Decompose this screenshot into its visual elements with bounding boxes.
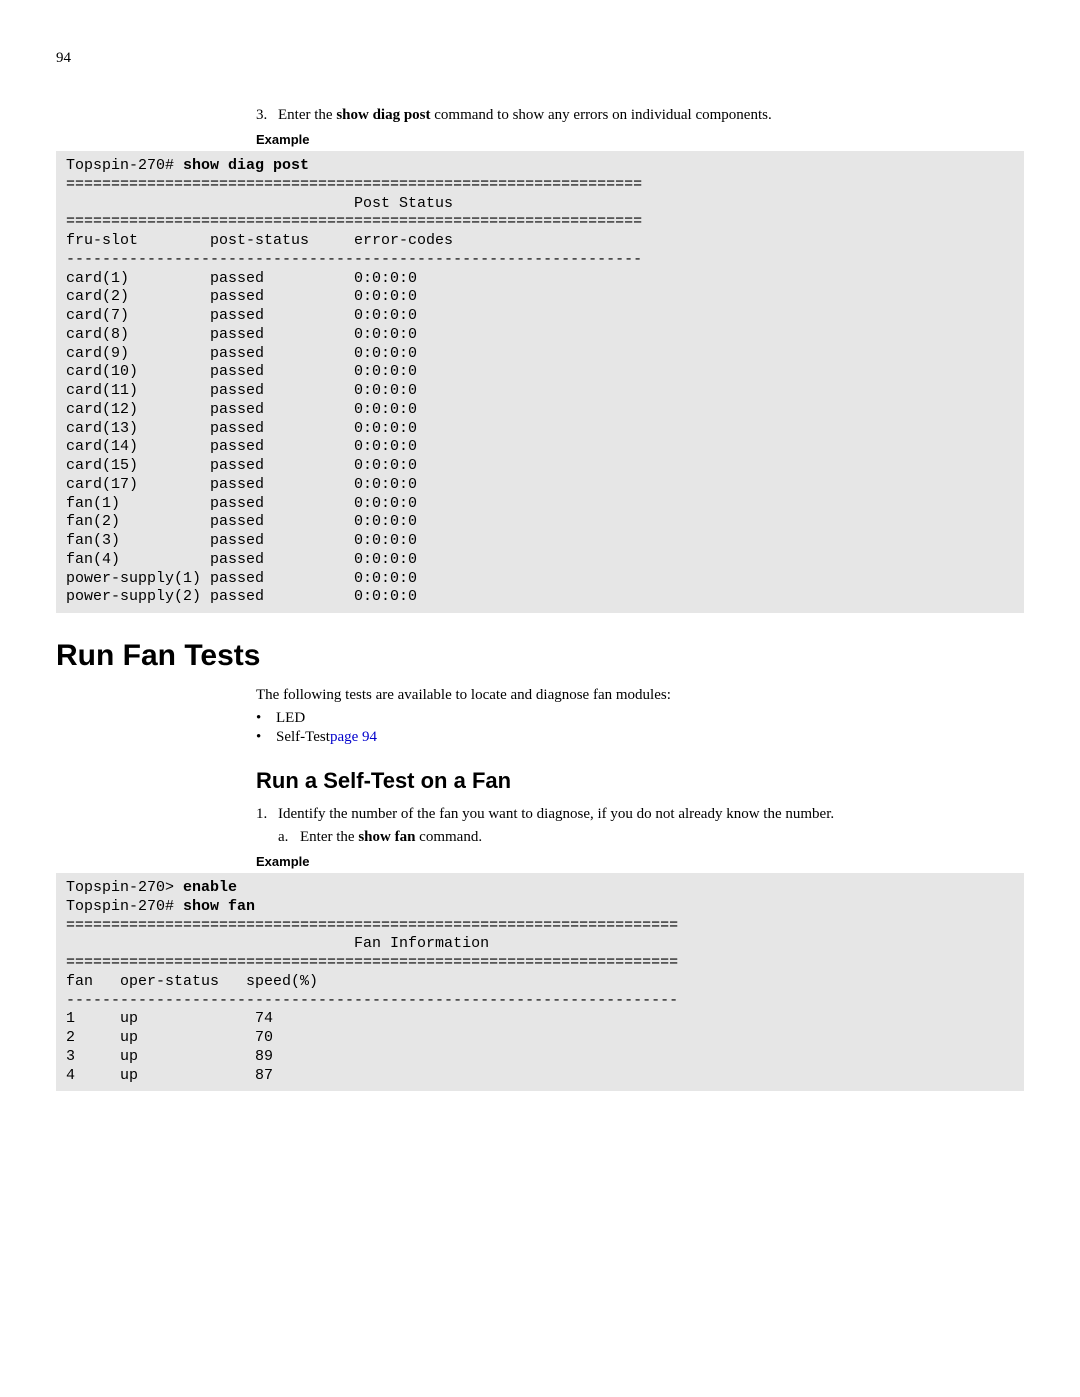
example-label: Example [256, 854, 1024, 869]
table-row: 2 up 70 [66, 1029, 273, 1046]
substep-text-pre: Enter the [300, 829, 358, 845]
cli-prompt: Topspin-270> [66, 879, 183, 896]
intro-text: The following tests are available to loc… [256, 687, 1024, 704]
table-row: 3 up 89 [66, 1048, 273, 1065]
step-text: Enter the show diag post command to show… [278, 107, 1024, 124]
example-label: Example [256, 132, 1024, 147]
table-title: Post Status [66, 195, 453, 212]
divider-line: ========================================… [66, 176, 642, 193]
substep-number: a. [278, 829, 300, 846]
list-item: LED [256, 710, 1024, 727]
table-row: card(12) passed 0:0:0:0 [66, 401, 417, 418]
table-row: card(9) passed 0:0:0:0 [66, 345, 417, 362]
section-heading-run-fan-tests: Run Fan Tests [56, 639, 1024, 673]
step-text-pre: Enter the [278, 107, 336, 123]
table-row: card(13) passed 0:0:0:0 [66, 420, 417, 437]
cli-command: show fan [183, 898, 255, 915]
table-row: fan(1) passed 0:0:0:0 [66, 495, 417, 512]
divider-line: ========================================… [66, 954, 678, 971]
step-text-post: command to show any errors on individual… [431, 107, 772, 123]
step-text: Identify the number of the fan you want … [278, 806, 1024, 823]
step-1: 1. Identify the number of the fan you wa… [256, 806, 1024, 823]
substep-text-post: command. [415, 829, 482, 845]
table-row: card(17) passed 0:0:0:0 [66, 476, 417, 493]
table-row: card(2) passed 0:0:0:0 [66, 288, 417, 305]
table-row: card(7) passed 0:0:0:0 [66, 307, 417, 324]
dashes-line: ----------------------------------------… [66, 992, 678, 1009]
table-row: card(1) passed 0:0:0:0 [66, 270, 417, 287]
table-row: fan(2) passed 0:0:0:0 [66, 513, 417, 530]
table-row: card(11) passed 0:0:0:0 [66, 382, 417, 399]
step-number: 1. [256, 806, 278, 823]
code-block-fan-info: Topspin-270> enable Topspin-270# show fa… [56, 873, 1024, 1091]
cli-prompt: Topspin-270# [66, 157, 183, 174]
dashes-line: ----------------------------------------… [66, 251, 642, 268]
cli-command: enable [183, 879, 237, 896]
page-link[interactable]: page 94 [330, 729, 377, 746]
substep-text: Enter the show fan command. [300, 829, 482, 846]
table-row: power-supply(2) passed 0:0:0:0 [66, 588, 417, 605]
divider-line: ========================================… [66, 213, 642, 230]
code-block-post-status: Topspin-270# show diag post ============… [56, 151, 1024, 613]
table-row: card(10) passed 0:0:0:0 [66, 363, 417, 380]
table-headers: fru-slot post-status error-codes [66, 232, 453, 249]
cli-prompt: Topspin-270# [66, 898, 183, 915]
table-row: power-supply(1) passed 0:0:0:0 [66, 570, 417, 587]
bullet-list: LED Self-Test page 94 [256, 710, 1024, 746]
subsection-heading-self-test: Run a Self-Test on a Fan [256, 768, 1024, 794]
bullet-text: LED [276, 710, 305, 727]
step-3: 3. Enter the show diag post command to s… [256, 107, 1024, 124]
substep-a: a. Enter the show fan command. [278, 829, 1024, 846]
list-item: Self-Test page 94 [256, 729, 1024, 746]
table-row: card(14) passed 0:0:0:0 [66, 438, 417, 455]
table-row: fan(4) passed 0:0:0:0 [66, 551, 417, 568]
table-row: 1 up 74 [66, 1010, 273, 1027]
page-number: 94 [56, 50, 1024, 67]
table-row: 4 up 87 [66, 1067, 273, 1084]
table-row: card(8) passed 0:0:0:0 [66, 326, 417, 343]
table-row: card(15) passed 0:0:0:0 [66, 457, 417, 474]
table-headers: fan oper-status speed(%) [66, 973, 318, 990]
step-command: show diag post [336, 107, 430, 123]
bullet-text-pre: Self-Test [276, 729, 330, 746]
step-number: 3. [256, 107, 278, 124]
table-row: fan(3) passed 0:0:0:0 [66, 532, 417, 549]
cli-command: show diag post [183, 157, 309, 174]
substep-command: show fan [358, 829, 415, 845]
table-title: Fan Information [66, 935, 489, 952]
divider-line: ========================================… [66, 917, 678, 934]
